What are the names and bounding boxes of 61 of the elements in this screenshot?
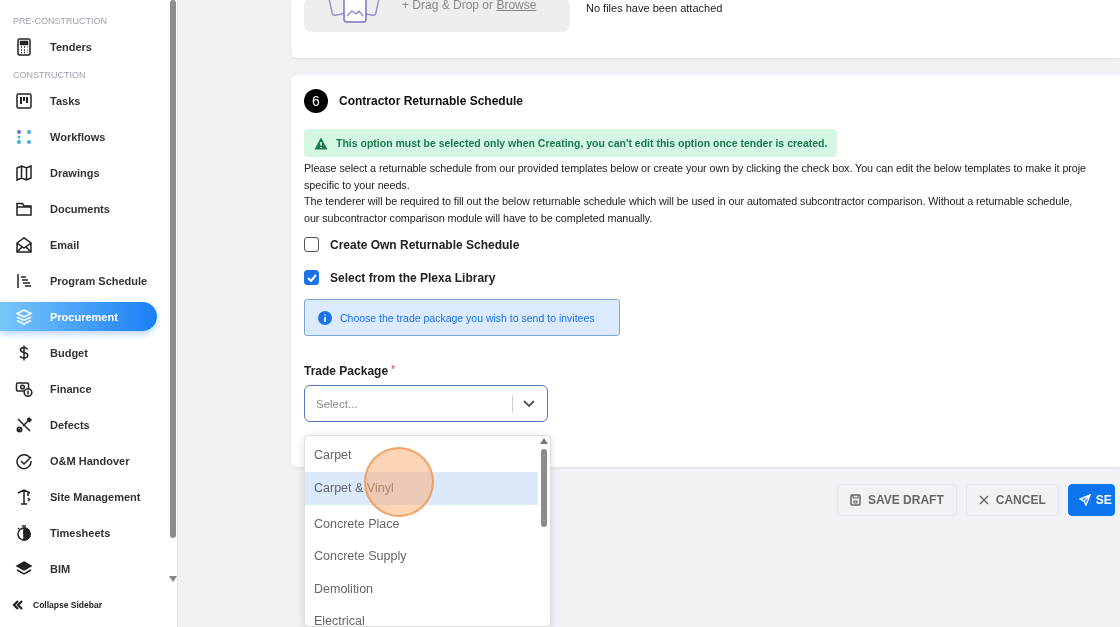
save-icon (850, 494, 861, 506)
attachment-status: No files have been attached (586, 2, 723, 14)
checkbox[interactable] (304, 237, 319, 252)
sidebar-item[interactable]: Program Schedule (0, 266, 157, 295)
info-alert: Choose the trade package you wish to send to invitees (304, 299, 620, 336)
map-icon (15, 163, 33, 182)
stopwatch-icon (15, 523, 33, 542)
crane-icon (15, 487, 33, 506)
checkbox[interactable] (304, 270, 319, 285)
save-draft-button[interactable]: SAVE DRAFT (837, 484, 957, 516)
stack-icon (15, 559, 33, 578)
instruction-text: The tenderer will be required to fill out the below returnable schedule which will be used in our automated subcontractor comparison. Without a returnable schedule, our subcontractor comparison module will have to be completed manually. (304, 194, 1074, 226)
kanban-icon (15, 91, 33, 110)
select-input[interactable]: Select... (316, 397, 502, 410)
section-heading: CONSTRUCTION (12, 69, 87, 82)
sidebar-item[interactable]: Documents (0, 194, 157, 223)
sidebar-item[interactable]: Defects (0, 410, 157, 439)
sidebar-item[interactable]: Email (0, 230, 157, 259)
checkbox-label: Select from the Plexa Library (330, 270, 496, 285)
required-mark: * (391, 364, 395, 376)
close-icon (978, 495, 989, 505)
workflow-icon (15, 127, 33, 146)
step-number: 6 (304, 89, 328, 113)
dropdown-option[interactable]: Concrete Place (305, 504, 538, 537)
sidebar-item[interactable]: BIM (0, 554, 157, 583)
sidebar-item[interactable]: Workflows (0, 122, 157, 151)
dropdown-option[interactable]: Electrical (305, 602, 538, 626)
cancel-button[interactable]: CANCEL (965, 484, 1059, 516)
double-chevron-icon (12, 598, 24, 611)
calculator-icon (15, 37, 33, 56)
trade-package-select[interactable]: Select... (304, 385, 548, 422)
chevron-down-icon (523, 399, 535, 408)
warning-icon (314, 136, 328, 150)
upload-prompt: + Drag & Drop or (402, 0, 495, 12)
sidebar-item[interactable]: Finance (0, 374, 157, 403)
sidebar-item[interactable]: O&M Handover (0, 446, 157, 475)
field-label: Trade Package (304, 364, 389, 378)
layers-icon (15, 307, 33, 326)
instruction-text: Please select a returnable schedule from our provided templates below or create your own by clicking the check box. You can edit the below templates to make it proje specific to your needs. (304, 161, 1087, 193)
sidebar-item[interactable]: Site Management (0, 482, 157, 511)
info-icon (318, 310, 332, 325)
tools-icon (15, 415, 33, 434)
sidebar-item[interactable]: Tenders (0, 32, 157, 61)
sidebar-item[interactable]: Drawings (0, 158, 157, 187)
section-title: Contractor Returnable Schedule (339, 94, 524, 108)
dropdown-option[interactable]: Carpet & Vinyl (305, 472, 538, 505)
sidebar-item[interactable]: Tasks (0, 86, 157, 115)
money-icon (15, 379, 33, 398)
sidebar-item[interactable]: Budget (0, 338, 157, 367)
gantt-icon (15, 271, 33, 290)
send-button[interactable]: SE (1067, 484, 1115, 516)
sidebar-item[interactable]: Timesheets (0, 518, 157, 547)
dropdown-option[interactable]: Demolition (305, 569, 538, 602)
envelope-icon (15, 235, 33, 254)
dropdown-option[interactable]: Carpet (305, 436, 538, 472)
warning-alert: This option must be selected only when Creating, you can't edit this option once tender is created. (304, 129, 838, 157)
section-heading: PRE-CONSTRUCTION (12, 15, 108, 28)
dropdown-option[interactable]: Concrete Supply (305, 537, 538, 570)
checkbox-label: Create Own Returnable Schedule (330, 237, 520, 252)
collapse-sidebar-button[interactable]: Collapse Sidebar (0, 590, 168, 627)
send-icon (1078, 494, 1091, 506)
